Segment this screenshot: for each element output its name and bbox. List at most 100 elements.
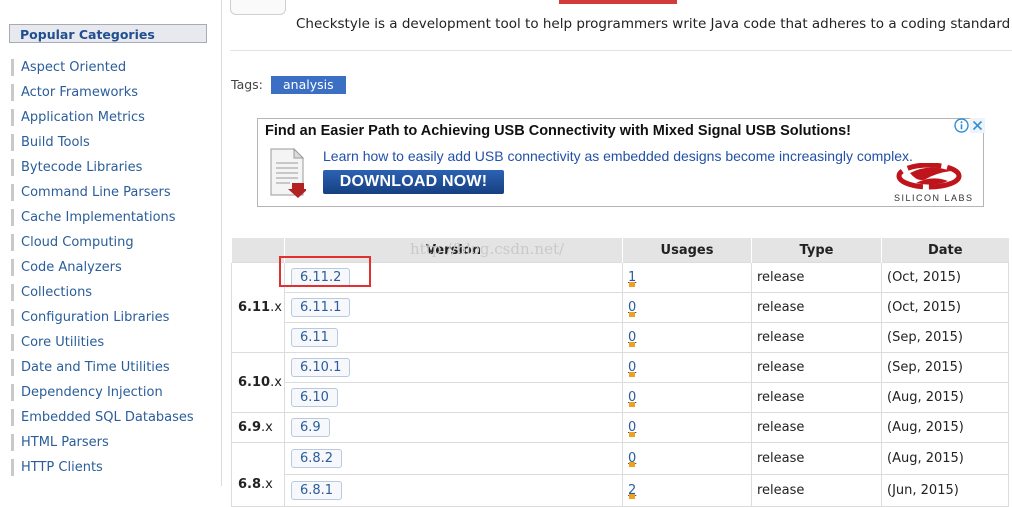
category-item[interactable]: HTTP Clients — [11, 455, 211, 480]
category-item[interactable]: Embedded SQL Databases — [11, 405, 211, 430]
category-item[interactable]: Application Metrics — [11, 105, 211, 130]
type-cell: release — [751, 322, 882, 353]
group-suffix: .x — [261, 477, 273, 492]
date-cell: (Aug, 2015) — [881, 382, 1009, 413]
download-now-button[interactable]: DOWNLOAD NOW! — [323, 170, 504, 194]
usage-bar — [629, 312, 635, 317]
header-usages[interactable]: Usages — [622, 238, 752, 263]
category-link-core-utilities[interactable]: Core Utilities — [21, 335, 104, 350]
category-link-build-tools[interactable]: Build Tools — [21, 135, 90, 150]
category-item[interactable]: Actor Frameworks — [11, 80, 211, 105]
version-link[interactable]: 6.11.1 — [291, 298, 351, 317]
category-bullet — [11, 134, 14, 151]
table-row: 6.8.1 2 release (Jun, 2015) — [232, 474, 1009, 507]
type-cell: release — [751, 292, 882, 323]
category-link-embedded-sql-databases[interactable]: Embedded SQL Databases — [21, 410, 194, 425]
version-link[interactable]: 6.11 — [291, 328, 338, 347]
group-label: 6.11 — [238, 300, 271, 315]
category-item[interactable]: Command Line Parsers — [11, 180, 211, 205]
ad-logo-text: SILICON LABS — [894, 193, 974, 203]
version-group: 6.10.x — [231, 352, 285, 413]
category-bullet — [11, 434, 14, 451]
category-link-cache-implementations[interactable]: Cache Implementations — [21, 210, 176, 225]
category-link-configuration-libraries[interactable]: Configuration Libraries — [21, 310, 169, 325]
category-link-http-clients[interactable]: HTTP Clients — [21, 460, 103, 475]
usage-cell: 2 — [622, 474, 752, 507]
close-icon[interactable] — [970, 118, 985, 133]
category-link-dependency-injection[interactable]: Dependency Injection — [21, 385, 163, 400]
tag-analysis[interactable]: analysis — [271, 76, 346, 94]
usage-cell: 0 — [622, 442, 752, 475]
category-link-bytecode-libraries[interactable]: Bytecode Libraries — [21, 160, 142, 175]
usage-cell: 0 — [622, 382, 752, 413]
category-link-cloud-computing[interactable]: Cloud Computing — [21, 235, 134, 250]
group-label: 6.8 — [238, 477, 262, 492]
category-item[interactable]: Aspect Oriented — [11, 55, 211, 80]
table-row: 6.11.1 0 release (Oct, 2015) — [232, 292, 1009, 323]
category-bullet — [11, 109, 14, 126]
category-item[interactable]: Build Tools — [11, 130, 211, 155]
category-bullet — [11, 209, 14, 226]
table-row: 6.9.x 6.9 0 release (Aug, 2015) — [231, 412, 1009, 443]
ad-body-text[interactable]: Learn how to easily add USB connectivity… — [323, 148, 913, 164]
date-cell: (Oct, 2015) — [881, 292, 1009, 323]
version-link[interactable]: 6.10 — [291, 388, 338, 407]
type-cell: release — [751, 442, 882, 475]
table-row: 6.11 0 release (Sep, 2015) — [232, 322, 1009, 353]
category-bullet — [11, 184, 14, 201]
category-item[interactable]: Core Utilities — [11, 330, 211, 355]
date-cell: (Sep, 2015) — [881, 352, 1009, 383]
category-bullet — [11, 459, 14, 476]
category-link-command-line-parsers[interactable]: Command Line Parsers — [21, 185, 171, 200]
category-item[interactable]: Bytecode Libraries — [11, 155, 211, 180]
type-cell: release — [751, 382, 882, 413]
table-row: 6.10.x 6.10.1 0 release (Sep, 2015) — [231, 352, 1009, 413]
category-list: Aspect Oriented Actor Frameworks Applica… — [11, 55, 211, 480]
type-cell: release — [751, 262, 882, 293]
group-suffix: .x — [270, 375, 282, 390]
category-link-application-metrics[interactable]: Application Metrics — [21, 110, 145, 125]
category-link-actor-frameworks[interactable]: Actor Frameworks — [21, 85, 138, 100]
header-type[interactable]: Type — [751, 238, 882, 263]
date-cell: (Aug, 2015) — [881, 442, 1009, 475]
category-bullet — [11, 309, 14, 326]
usage-cell: 0 — [622, 322, 752, 353]
category-link-code-analyzers[interactable]: Code Analyzers — [21, 260, 122, 275]
popular-categories-header: Popular Categories — [9, 24, 207, 43]
version-group: 6.9.x — [231, 412, 285, 443]
date-cell: (Oct, 2015) — [881, 262, 1009, 293]
ad-banner[interactable]: Find an Easier Path to Achieving USB Con… — [257, 118, 984, 207]
version-link[interactable]: 6.8.1 — [291, 481, 343, 500]
category-item[interactable]: Dependency Injection — [11, 380, 211, 405]
category-link-date-and-time-utilities[interactable]: Date and Time Utilities — [21, 360, 170, 375]
divider — [230, 50, 1012, 51]
group-suffix: .x — [261, 420, 273, 435]
category-link-html-parsers[interactable]: HTML Parsers — [21, 435, 109, 450]
category-item[interactable]: Date and Time Utilities — [11, 355, 211, 380]
group-label: 6.10 — [238, 375, 271, 390]
version-group: 6.11.x — [231, 262, 285, 353]
category-bullet — [11, 409, 14, 426]
category-bullet — [11, 259, 14, 276]
artifact-description: Checkstyle is a development tool to help… — [296, 16, 1011, 32]
main-content: Checkstyle is a development tool to help… — [222, 0, 1012, 507]
header-button-edge[interactable] — [559, 0, 677, 4]
category-item[interactable]: Code Analyzers — [11, 255, 211, 280]
ad-headline[interactable]: Find an Easier Path to Achieving USB Con… — [265, 123, 851, 139]
date-cell: (Sep, 2015) — [881, 322, 1009, 353]
info-icon[interactable] — [954, 118, 969, 133]
version-link[interactable]: 6.10.1 — [291, 358, 351, 377]
version-link[interactable]: 6.8.2 — [291, 449, 343, 468]
category-item[interactable]: Configuration Libraries — [11, 305, 211, 330]
category-link-collections[interactable]: Collections — [21, 285, 92, 300]
category-item[interactable]: HTML Parsers — [11, 430, 211, 455]
category-bullet — [11, 234, 14, 251]
header-date[interactable]: Date — [881, 238, 1009, 263]
category-item[interactable]: Cache Implementations — [11, 205, 211, 230]
category-item[interactable]: Collections — [11, 280, 211, 305]
category-bullet — [11, 334, 14, 351]
category-link-aspect-oriented[interactable]: Aspect Oriented — [21, 60, 126, 75]
version-link[interactable]: 6.9 — [291, 418, 330, 437]
category-item[interactable]: Cloud Computing — [11, 230, 211, 255]
type-cell: release — [751, 352, 882, 383]
